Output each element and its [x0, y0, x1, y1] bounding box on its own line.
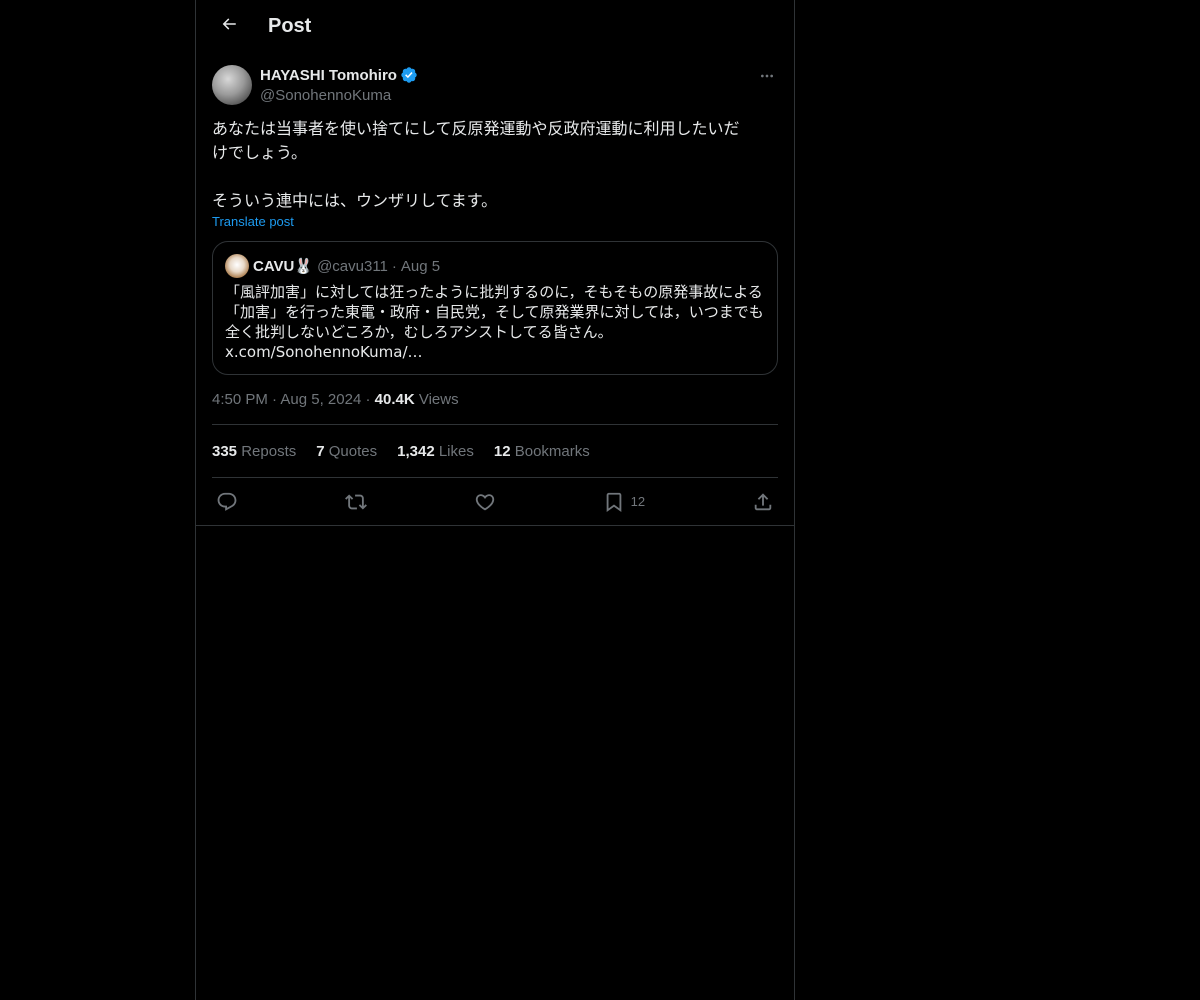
post-text-line: けでしょう。 — [212, 143, 308, 162]
quotes-stat[interactable]: 7 Quotes — [316, 443, 377, 460]
reposts-count: 335 — [212, 442, 238, 460]
likes-label: Likes — [438, 442, 474, 460]
author-row: HAYASHI Tomohiro @SonohennoKuma — [212, 53, 778, 105]
views-count: 40.4K — [374, 391, 415, 408]
bookmark-button[interactable]: 12 — [603, 491, 645, 513]
bookmarks-stat[interactable]: 12 Bookmarks — [494, 443, 590, 460]
back-button[interactable] — [212, 10, 246, 44]
likes-count: 1,342 — [397, 442, 435, 460]
quote-link: x.com/SonohennoKuma/… — [225, 343, 423, 361]
reply-icon — [216, 491, 238, 513]
heart-icon — [474, 491, 496, 513]
post-text-line: あなたは当事者を使い捨てにして反原発運動や反政府運動に利用したいだ — [212, 119, 740, 138]
reply-button[interactable] — [216, 491, 238, 513]
header: Post — [196, 0, 794, 53]
author-handle[interactable]: @SonohennoKuma — [260, 87, 418, 104]
quote-text-line: 全く批判しないどころか，むしろアシストしてる皆さん。 — [225, 323, 613, 341]
bookmark-count: 12 — [630, 494, 646, 509]
likes-stat[interactable]: 1,342 Likes — [397, 443, 474, 460]
reposts-label: Reposts — [241, 442, 297, 460]
quotes-label: Quotes — [328, 442, 378, 460]
stats-row: 335 Reposts 7 Quotes 1,342 Likes 12 Book… — [212, 425, 778, 478]
timestamp-separator: · — [365, 391, 371, 408]
avatar[interactable] — [212, 65, 252, 105]
translate-post-link[interactable]: Translate post — [212, 214, 294, 229]
actions-row: 12 — [212, 478, 778, 525]
share-icon — [752, 491, 774, 513]
page-title: Post — [268, 15, 312, 37]
quote-avatar — [225, 254, 249, 278]
repost-icon — [344, 491, 367, 513]
quote-header: CAVU🐰 @cavu311 · Aug 5 — [225, 254, 765, 278]
bookmarks-label: Bookmarks — [514, 442, 590, 460]
like-button[interactable] — [474, 491, 496, 513]
author-meta: HAYASHI Tomohiro @SonohennoKuma — [260, 65, 418, 104]
post-text: あなたは当事者を使い捨てにして反原発運動や反政府運動に利用したいだ けでしょう。… — [212, 117, 778, 213]
bookmarks-count: 12 — [493, 442, 511, 460]
author-name[interactable]: HAYASHI Tomohiro — [260, 67, 397, 84]
post-date[interactable]: Aug 5, 2024 — [280, 391, 361, 408]
quoted-post[interactable]: CAVU🐰 @cavu311 · Aug 5 「風評加害」に対しては狂ったように… — [212, 241, 778, 375]
quotes-count: 7 — [316, 442, 325, 460]
quote-date: Aug 5 — [400, 257, 441, 275]
bookmark-icon — [603, 491, 625, 513]
post-time[interactable]: 4:50 PM — [212, 391, 268, 408]
more-button[interactable] — [756, 67, 778, 89]
timestamp-separator: · — [272, 391, 278, 408]
quote-author-name: CAVU🐰 — [253, 258, 314, 275]
post-text-line: そういう連中には、ウンザリしてます。 — [212, 191, 498, 210]
reposts-stat[interactable]: 335 Reposts — [212, 443, 296, 460]
primary-column: Post HAYASHI Tomohiro @SonohennoKuma あなた… — [195, 0, 795, 1000]
quote-separator: · — [391, 257, 397, 275]
more-dots-icon — [759, 68, 775, 89]
quote-author-handle: @cavu311 — [317, 257, 388, 275]
quote-text: 「風評加害」に対しては狂ったように批判するのに，そもそもの原発事故による 「加害… — [225, 282, 765, 362]
views-label: Views — [418, 391, 459, 408]
repost-button[interactable] — [344, 491, 367, 513]
arrow-left-icon — [220, 15, 238, 38]
quote-text-line: 「風評加害」に対しては狂ったように批判するのに，そもそもの原発事故による — [225, 283, 763, 301]
quote-text-line: 「加害」を行った東電・政府・自民党，そして原発業界に対しては，いつまでも — [225, 303, 764, 321]
share-button[interactable] — [752, 491, 774, 513]
post: HAYASHI Tomohiro @SonohennoKuma あなたは当事者を… — [196, 53, 794, 526]
author-name-row: HAYASHI Tomohiro — [260, 65, 418, 85]
verified-badge-icon — [400, 66, 418, 84]
timestamp-row: 4:50 PM · Aug 5, 2024 · 40.4K Views — [212, 391, 778, 425]
